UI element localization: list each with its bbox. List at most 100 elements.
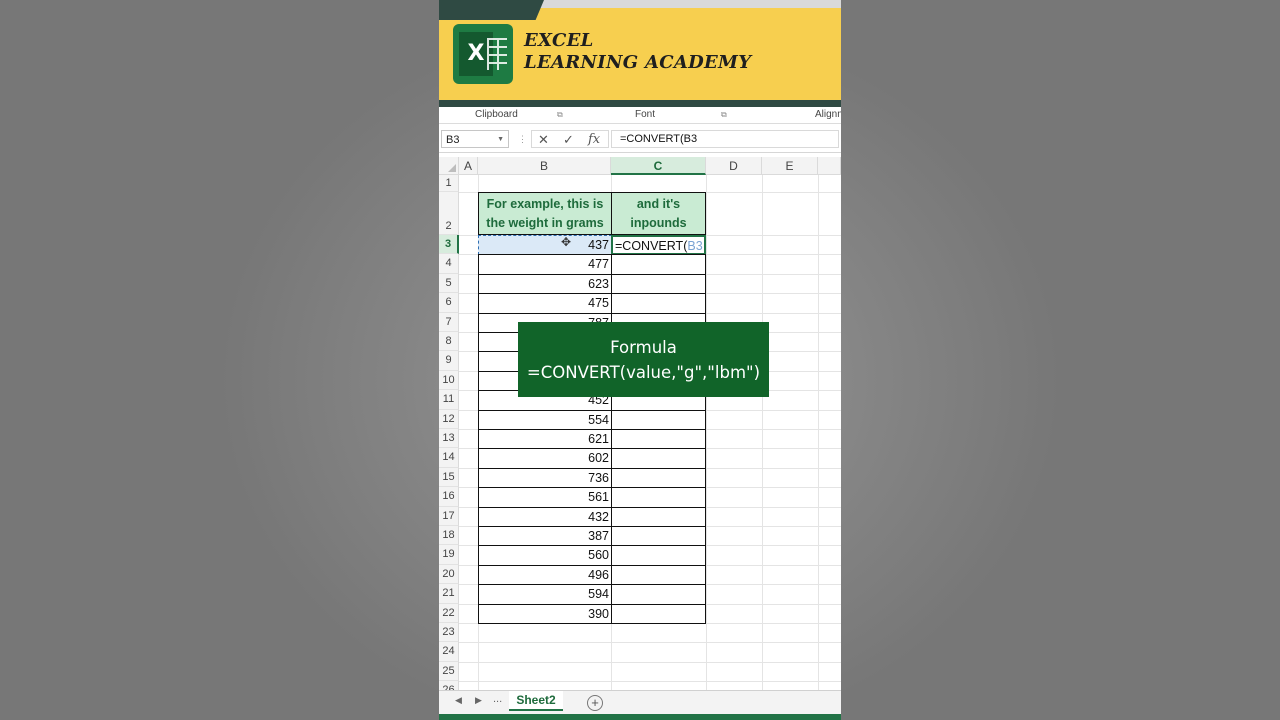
pounds-cell-c20[interactable] — [611, 564, 706, 586]
weight-cell-b13[interactable]: 621 — [478, 429, 612, 450]
column-header-f[interactable] — [818, 157, 841, 175]
row-header-16[interactable]: 16 — [439, 487, 459, 507]
select-all-button[interactable] — [439, 157, 459, 175]
pounds-cell-c13[interactable] — [611, 429, 706, 450]
weight-cell-b22[interactable]: 390 — [478, 603, 612, 624]
pounds-cell-c18[interactable] — [611, 526, 706, 547]
brand-name: EXCEL LEARNING ACADEMY — [524, 30, 751, 74]
weight-cell-b14[interactable]: 602 — [478, 448, 612, 469]
active-cell-formula: =CONVERT( — [615, 239, 688, 253]
add-sheet-icon[interactable]: + — [587, 695, 603, 711]
weight-cell-b18[interactable]: 387 — [478, 526, 612, 547]
formula-buttons: ✕ ✓ fx — [531, 130, 609, 148]
weight-cell-b6[interactable]: 475 — [478, 293, 612, 314]
excel-logo-icon: X — [453, 24, 513, 84]
pounds-cell-c14[interactable] — [611, 448, 706, 469]
column-header-b[interactable]: B — [478, 157, 611, 175]
header-cell-b2[interactable]: For example, this is the weight in grams — [478, 192, 612, 235]
pounds-cell-c6[interactable] — [611, 293, 706, 314]
ribbon-group-clipboard: Clipboard — [475, 109, 518, 120]
chevron-down-icon[interactable]: ▼ — [497, 131, 504, 149]
cancel-icon[interactable]: ✕ — [538, 131, 549, 149]
pounds-cell-c16[interactable] — [611, 487, 706, 508]
weight-cell-b15[interactable]: 736 — [478, 467, 612, 489]
clipboard-launcher-icon[interactable]: ⧉ — [557, 110, 563, 120]
row-header-25[interactable]: 25 — [439, 661, 459, 682]
pounds-cell-c15[interactable] — [611, 467, 706, 489]
column-header-a[interactable]: A — [459, 157, 478, 175]
pounds-cell-c4[interactable] — [611, 254, 706, 275]
banner-tab — [439, 0, 544, 20]
brand-line-1: EXCEL — [524, 30, 594, 51]
ribbon-group-alignment: Alignm — [815, 109, 841, 120]
row-header-13[interactable]: 13 — [439, 429, 459, 449]
formula-input[interactable]: =CONVERT(B3 — [611, 130, 839, 148]
row-header-14[interactable]: 14 — [439, 448, 459, 468]
weight-cell-b3[interactable]: 437 — [478, 235, 612, 256]
insert-function-icon[interactable]: fx — [588, 131, 600, 149]
logo-grid — [487, 38, 507, 70]
caption-line-2: =CONVERT(value,"g","lbm") — [526, 363, 761, 382]
row-header-19[interactable]: 19 — [439, 545, 459, 565]
row-header-7[interactable]: 7 — [439, 312, 459, 332]
sheet-tab-bar: ◀ ▶ ... Sheet2 + — [439, 690, 841, 715]
row-header-2[interactable]: 2 — [439, 192, 459, 235]
brand-line-2: LEARNING ACADEMY — [524, 52, 752, 73]
pounds-cell-c5[interactable] — [611, 273, 706, 295]
active-cell-c3[interactable]: =CONVERT(B3 — [611, 235, 706, 256]
column-header-e[interactable]: E — [762, 157, 818, 175]
weight-cell-b4[interactable]: 477 — [478, 254, 612, 275]
column-header-c[interactable]: C — [611, 157, 706, 175]
banner-divider — [439, 100, 841, 107]
formula-bar-splitter-icon[interactable]: ⋮ — [518, 134, 527, 145]
more-sheets-button[interactable]: ... — [493, 693, 502, 705]
row-header-17[interactable]: 17 — [439, 506, 459, 526]
worksheet-grid[interactable]: A B C D E 1 2 3 4 5 6 7 8 9 10 11 12 13 14 15 16 17 18 19 2… — [439, 157, 841, 702]
formula-bar: B3 ▼ ⋮ ✕ ✓ fx =CONVERT(B3 — [439, 128, 841, 153]
header-cell-c2[interactable]: and it's inpounds — [611, 192, 706, 235]
weight-cell-b16[interactable]: 561 — [478, 487, 612, 508]
row-header-15[interactable]: 15 — [439, 467, 459, 488]
active-cell-reference: B3 — [687, 239, 703, 253]
font-launcher-icon[interactable]: ⧉ — [721, 110, 727, 120]
pounds-cell-c12[interactable] — [611, 409, 706, 430]
weight-cell-b17[interactable]: 432 — [478, 506, 612, 527]
row-header-11[interactable]: 11 — [439, 390, 459, 410]
weight-cell-b12[interactable]: 554 — [478, 409, 612, 430]
scroll-left-icon[interactable]: ◀ — [455, 695, 462, 706]
row-header-23[interactable]: 23 — [439, 623, 459, 643]
weight-cell-b20[interactable]: 496 — [478, 564, 612, 586]
row-header-6[interactable]: 6 — [439, 293, 459, 313]
row-header-12[interactable]: 12 — [439, 409, 459, 429]
formula-caption: Formula =CONVERT(value,"g","lbm") — [518, 322, 769, 397]
weight-cell-b19[interactable]: 560 — [478, 545, 612, 566]
pounds-cell-c17[interactable] — [611, 506, 706, 527]
pounds-cell-c21[interactable] — [611, 584, 706, 605]
row-header-22[interactable]: 22 — [439, 603, 459, 623]
ribbon-group-labels: Clipboard ⧉ Font ⧉ Alignm — [439, 107, 841, 124]
gridline — [818, 175, 819, 692]
pounds-cell-c22[interactable] — [611, 603, 706, 624]
row-header-9[interactable]: 9 — [439, 351, 459, 371]
scroll-right-icon[interactable]: ▶ — [475, 695, 482, 706]
row-header-8[interactable]: 8 — [439, 332, 459, 352]
weight-cell-b5[interactable]: 623 — [478, 273, 612, 295]
enter-check-icon[interactable]: ✓ — [563, 131, 574, 149]
row-header-5[interactable]: 5 — [439, 273, 459, 294]
column-header-d[interactable]: D — [706, 157, 762, 175]
pounds-cell-c19[interactable] — [611, 545, 706, 566]
row-header-20[interactable]: 20 — [439, 564, 459, 585]
weight-cell-b21[interactable]: 594 — [478, 584, 612, 605]
row-header-4[interactable]: 4 — [439, 254, 459, 274]
name-box[interactable]: B3 ▼ — [441, 130, 509, 148]
row-header-10[interactable]: 10 — [439, 370, 459, 391]
row-header-24[interactable]: 24 — [439, 642, 459, 662]
ribbon-group-font: Font — [635, 109, 656, 120]
row-header-21[interactable]: 21 — [439, 584, 459, 604]
row-header-1[interactable]: 1 — [439, 175, 459, 192]
gridline — [762, 175, 763, 692]
row-header-18[interactable]: 18 — [439, 526, 459, 546]
row-header-3[interactable]: 3 — [439, 235, 459, 255]
name-box-value: B3 — [446, 134, 460, 146]
sheet-tab-active[interactable]: Sheet2 — [509, 691, 563, 711]
